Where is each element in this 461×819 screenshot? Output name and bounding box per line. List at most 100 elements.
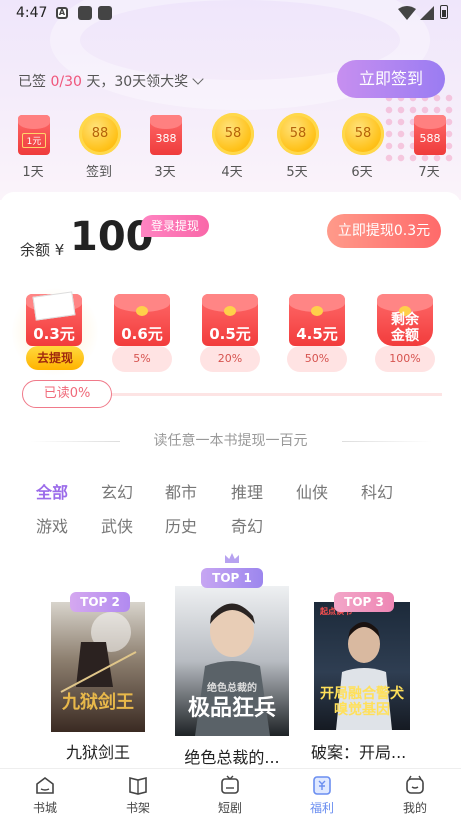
bookshelf-icon <box>129 776 147 795</box>
nav-label: 福利 <box>309 801 334 815</box>
chevron-down-icon[interactable] <box>192 73 204 85</box>
day-label: 4天 <box>221 165 243 180</box>
category-tab[interactable]: 历史 <box>165 513 197 537</box>
reward-amount: 58 <box>224 126 242 141</box>
category-tab[interactable]: 游戏 <box>36 513 68 537</box>
go-withdraw-button[interactable]: 去提现 <box>26 346 84 370</box>
reward-amount: 88 <box>91 126 109 141</box>
notification-app-icon <box>78 6 92 20</box>
stage-percent: 50% <box>287 346 347 372</box>
coin-icon: 58 <box>212 113 254 155</box>
book-cover[interactable]: 起点读书 开局融合警犬 嗅觉基因 <box>314 602 410 730</box>
status-time: 4:47 <box>16 5 48 21</box>
promo-text: 读任意一本书提现一百元 <box>153 433 308 449</box>
day-label: 1天 <box>22 165 44 180</box>
rank-tag: TOP 1 <box>201 568 263 588</box>
withdraw-stage[interactable]: 0.5元 20% <box>198 294 262 374</box>
reward-amount: 58 <box>289 126 307 141</box>
signin-prefix: 已签 <box>18 74 51 90</box>
signin-day: 58 5天 <box>272 113 322 183</box>
nav-label: 短剧 <box>217 801 242 815</box>
signin-suffix: 天，30天领大奖 <box>81 74 189 90</box>
category-tab[interactable]: 都市 <box>165 479 197 503</box>
category-tab[interactable]: 仙侠 <box>296 479 328 503</box>
signin-day: 58 6天 <box>337 113 387 183</box>
red-envelope-icon: 388 <box>150 115 182 155</box>
nav-label: 书城 <box>32 801 57 815</box>
profile-icon <box>406 775 424 794</box>
signin-day: 58 4天 <box>207 113 257 183</box>
stage-percent: 20% <box>200 346 260 372</box>
nav-bookshelf[interactable]: 书架 <box>103 769 173 819</box>
stage-amount: 0.5元 <box>209 325 251 343</box>
crown-icon <box>225 553 239 563</box>
coin-icon: 58 <box>277 113 319 155</box>
rank-tag: TOP 2 <box>70 592 130 612</box>
stage-amount: 4.5元 <box>296 325 338 343</box>
reward-amount: 388 <box>155 132 177 145</box>
top-book-1[interactable]: 绝色总裁的 极品狂兵 TOP 1 绝色总裁的... <box>173 566 291 768</box>
nav-short-drama[interactable]: 短剧 <box>195 769 265 819</box>
notification-a-icon: A <box>56 7 68 19</box>
reward-amount: 588 <box>419 132 441 145</box>
day-label: 3天 <box>154 165 176 180</box>
wifi-icon <box>398 6 416 20</box>
withdraw-stage[interactable]: 4.5元 50% <box>285 294 349 374</box>
book-title[interactable]: 绝色总裁的... <box>173 744 291 768</box>
signin-status[interactable]: 已签 0/30 天，30天领大奖 <box>18 71 204 91</box>
book-title[interactable]: 破案：开局... <box>311 739 418 763</box>
category-tab[interactable]: 武侠 <box>101 513 133 537</box>
nav-bookstore[interactable]: 书城 <box>10 769 80 819</box>
nav-welfare[interactable]: 福利 <box>287 769 357 819</box>
withdraw-stage[interactable]: 0.3元 去提现 <box>12 286 98 378</box>
day-label: 6天 <box>351 165 373 180</box>
signin-day: 1元 1天 <box>8 113 58 183</box>
book-cover[interactable]: 绝色总裁的 极品狂兵 <box>175 586 289 736</box>
stage-amount: 0.3元 <box>33 325 75 343</box>
coin-icon: 88 <box>79 113 121 155</box>
rank-tag: TOP 3 <box>334 592 394 612</box>
category-tab[interactable]: 科幻 <box>361 479 393 503</box>
cover-title: 九狱剑王 <box>62 692 134 713</box>
signal-icon <box>420 6 434 20</box>
withdraw-stage[interactable]: 剩余金额 100% <box>373 294 437 374</box>
book-cover[interactable]: 九狱剑王 <box>51 602 145 732</box>
short-drama-icon <box>221 775 239 794</box>
status-bar: 4:47 A <box>0 0 461 28</box>
withdraw-button[interactable]: 立即提现0.3元 <box>327 214 441 248</box>
bottom-nav: 书城 书架 短剧 福利 我的 <box>0 768 461 819</box>
day-label: 5天 <box>286 165 308 180</box>
nav-profile[interactable]: 我的 <box>380 769 450 819</box>
category-tab[interactable]: 奇幻 <box>231 513 263 537</box>
notification-app-icon <box>98 6 112 20</box>
welfare-icon <box>313 776 331 795</box>
stage-amount: 0.6元 <box>121 325 163 343</box>
day-label: 签到 <box>85 165 112 180</box>
signin-day: 588 7天 <box>404 113 454 183</box>
read-progress-label: 已读0% <box>22 380 112 408</box>
stage-percent: 100% <box>375 346 435 372</box>
coin-icon: 58 <box>342 113 384 155</box>
category-tab[interactable]: 玄幻 <box>101 479 133 503</box>
signin-day: 88 签到 <box>74 113 124 183</box>
reward-amount: 58 <box>354 126 372 141</box>
nav-label: 书架 <box>125 801 150 815</box>
signin-day: 388 3天 <box>140 113 190 183</box>
category-tab[interactable]: 推理 <box>231 479 263 503</box>
divider <box>342 441 432 442</box>
top-book-3[interactable]: 起点读书 开局融合警犬 嗅觉基因 TOP 3 破案：开局... <box>308 592 418 762</box>
withdraw-stage[interactable]: 0.6元 5% <box>110 294 174 374</box>
day-label: 7天 <box>418 165 440 180</box>
cover-title: 极品狂兵 <box>187 696 276 721</box>
top-book-2[interactable]: 九狱剑王 TOP 2 九狱剑王 <box>46 592 150 762</box>
balance-label-text: 余额 <box>20 241 51 259</box>
bookstore-icon <box>36 777 54 794</box>
battery-icon <box>440 5 448 19</box>
red-envelope-icon: 588 <box>414 115 446 155</box>
stage-percent: 5% <box>112 346 172 372</box>
stage-amount: 剩余金额 <box>391 312 419 344</box>
book-title[interactable]: 九狱剑王 <box>46 739 150 763</box>
category-tab[interactable]: 全部 <box>36 479 68 503</box>
login-withdraw-badge[interactable]: 登录提现 <box>141 215 210 237</box>
signin-button[interactable]: 立即签到 <box>337 60 445 98</box>
